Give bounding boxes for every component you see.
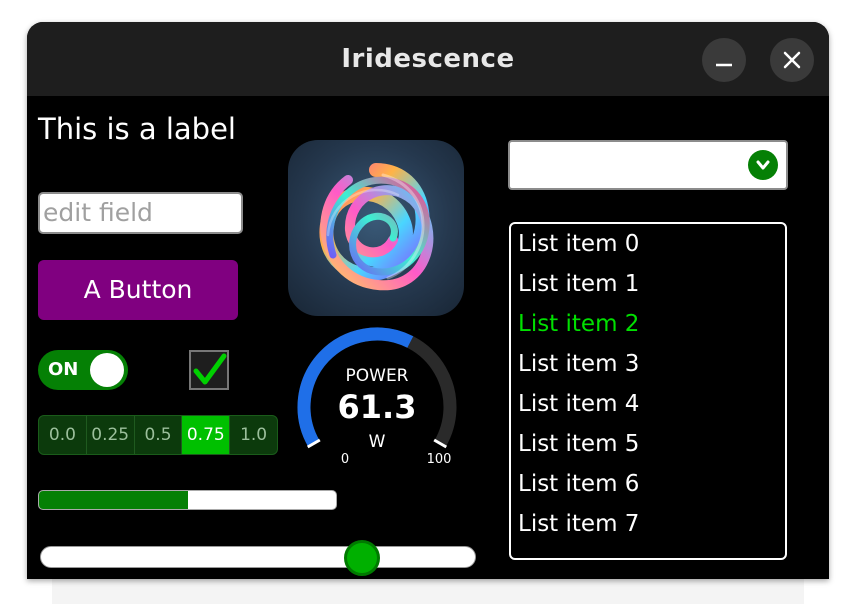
gauge-unit: W (368, 432, 386, 452)
close-icon (783, 51, 801, 69)
chevron-down-icon (748, 150, 778, 180)
iridescent-swirl-image (288, 140, 464, 316)
toggle-knob (90, 353, 124, 387)
gauge-value: 61.3 (337, 388, 417, 426)
a-button[interactable]: A Button (38, 260, 238, 320)
slider[interactable] (40, 540, 476, 576)
progress-bar (38, 490, 337, 510)
segment-option[interactable]: 0.5 (135, 416, 183, 454)
dropdown-select[interactable] (508, 140, 788, 190)
list-item[interactable]: List item 2 (511, 304, 785, 344)
edit-field[interactable] (38, 192, 243, 234)
close-button[interactable] (770, 38, 814, 82)
minimize-button[interactable] (702, 38, 746, 82)
minimize-icon (716, 63, 732, 67)
list-item[interactable]: List item 7 (511, 504, 785, 544)
toggle-label: ON (48, 359, 79, 380)
list-item[interactable]: List item 5 (511, 424, 785, 464)
segment-option[interactable]: 0.25 (87, 416, 135, 454)
gauge-title: POWER (345, 366, 409, 386)
list-item[interactable]: List item 4 (511, 384, 785, 424)
segment-option[interactable]: 0.75 (182, 416, 231, 454)
gauge-max-label: 100 (426, 452, 452, 467)
segmented-control: 0.0 0.25 0.5 0.75 1.0 (38, 415, 278, 455)
segment-option[interactable]: 1.0 (230, 416, 277, 454)
list-item[interactable]: List item 0 (511, 224, 785, 264)
main-content: This is a label A Button ON 0.00.250.50.… (27, 96, 829, 579)
slider-thumb[interactable] (344, 540, 381, 576)
checkmark-icon (193, 353, 227, 385)
power-gauge: POWER 61.3 W 0 100 (292, 324, 462, 474)
list-item[interactable]: List item 1 (511, 264, 785, 304)
progress-fill (39, 491, 188, 509)
list-item[interactable]: List item 3 (511, 344, 785, 384)
list-item[interactable]: List item 6 (511, 464, 785, 504)
list-box[interactable]: List item 0 List item 1 List item 2 List it… (509, 222, 787, 560)
toggle-switch[interactable]: ON (38, 350, 128, 390)
app-window: Iridescence This is a label A Button ON (27, 22, 829, 579)
segment-option[interactable]: 0.0 (39, 416, 87, 454)
text-label: This is a label (38, 112, 236, 146)
title-bar: Iridescence (27, 22, 829, 96)
checkbox[interactable] (189, 350, 229, 390)
